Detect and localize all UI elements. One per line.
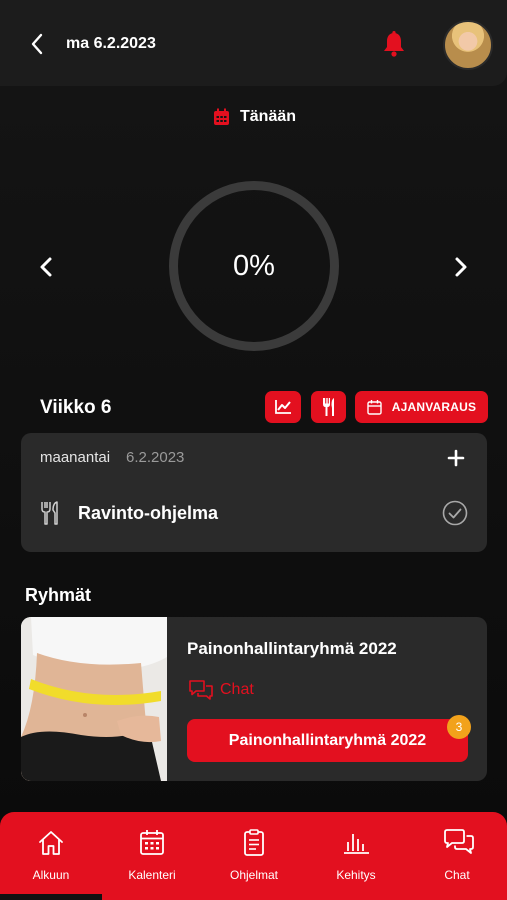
add-icon[interactable] xyxy=(445,447,467,469)
bottom-tab-bar: Alkuun Kalenteri Ohjelmat Kehitys Chat xyxy=(0,812,507,900)
tab-kehitys[interactable]: Kehitys xyxy=(316,828,396,888)
day-name: maanantai xyxy=(40,449,111,466)
tab-chat[interactable]: Chat xyxy=(417,828,497,888)
calendar-icon xyxy=(140,830,164,855)
bell-icon[interactable] xyxy=(381,30,407,58)
progress-value: 0% xyxy=(233,249,275,282)
clipboard-icon xyxy=(244,829,264,856)
tab-label: Ohjelmat xyxy=(229,868,279,882)
line-chart-icon xyxy=(275,400,291,414)
day-date: 6.2.2023 xyxy=(126,449,185,466)
unread-badge: 3 xyxy=(447,715,471,739)
chat-icon xyxy=(189,680,213,700)
header-date: ma 6.2.2023 xyxy=(66,35,156,52)
top-bar: ma 6.2.2023 xyxy=(0,0,507,86)
progress-ring: 0% xyxy=(169,181,339,351)
today-selector[interactable]: Tänään xyxy=(213,108,296,126)
progress-chart-button[interactable] xyxy=(265,391,301,423)
back-arrow-icon[interactable] xyxy=(26,30,50,58)
program-label[interactable]: Ravinto-ohjelma xyxy=(78,503,218,524)
group-name: Painonhallintaryhmä 2022 xyxy=(187,639,397,658)
waist-measuring-tape-image xyxy=(21,617,167,781)
chat-icon xyxy=(444,829,474,854)
open-group-button-label: Painonhallintaryhmä 2022 xyxy=(228,731,427,749)
group-image xyxy=(21,617,167,781)
fork-knife-icon xyxy=(41,501,58,525)
tab-label: Chat xyxy=(444,868,470,882)
groups-title: Ryhmät xyxy=(25,585,92,605)
previous-day-arrow-icon[interactable] xyxy=(36,254,56,280)
home-indicator xyxy=(0,894,102,900)
fork-knife-icon xyxy=(322,398,334,416)
home-icon xyxy=(39,831,63,855)
week-title: Viikko 6 xyxy=(40,397,112,418)
tab-label: Kalenteri xyxy=(128,868,176,882)
next-day-arrow-icon[interactable] xyxy=(451,254,471,280)
bar-chart-icon xyxy=(344,834,369,854)
check-circle-icon[interactable] xyxy=(442,500,468,526)
group-card: Painonhallintaryhmä 2022 Chat Painonhall… xyxy=(21,617,487,781)
calendar-icon xyxy=(367,400,382,415)
tab-kalenteri[interactable]: Kalenteri xyxy=(112,828,192,888)
tab-ohjelmat[interactable]: Ohjelmat xyxy=(214,828,294,888)
booking-button-label: AJANVARAUS xyxy=(391,400,477,414)
tab-alkuun[interactable]: Alkuun xyxy=(11,828,91,888)
avatar[interactable] xyxy=(443,20,493,70)
group-chat-link[interactable]: Chat xyxy=(188,679,254,701)
open-group-button[interactable]: Painonhallintaryhmä 2022 xyxy=(187,719,468,762)
group-chat-label: Chat xyxy=(220,681,254,698)
booking-button[interactable]: AJANVARAUS xyxy=(355,391,488,423)
nutrition-button[interactable] xyxy=(311,391,346,423)
day-card: maanantai 6.2.2023 Ravinto-ohjelma xyxy=(21,433,487,552)
tab-label: Alkuun xyxy=(32,868,70,882)
tab-label: Kehitys xyxy=(336,868,376,882)
calendar-icon xyxy=(214,108,229,125)
today-label: Tänään xyxy=(240,108,297,125)
